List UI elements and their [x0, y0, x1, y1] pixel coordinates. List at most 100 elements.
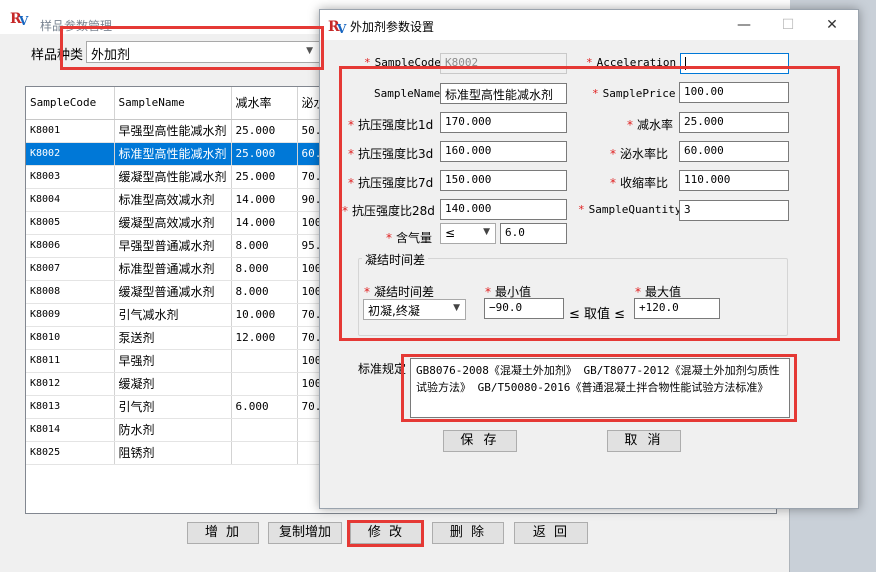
- strength-28d-label: * 抗压强度比28d: [342, 204, 435, 218]
- water-reduction-label: * 减水率: [627, 118, 674, 132]
- chevron-down-icon: ▼: [483, 227, 490, 237]
- save-button[interactable]: 保 存: [443, 430, 517, 452]
- cell-samplecode: K8010: [26, 326, 115, 350]
- air-content-input[interactable]: 6.0: [500, 223, 567, 244]
- column-header-samplename[interactable]: SampleName: [114, 87, 232, 120]
- table-row[interactable]: K8010 泵送剂 12.000 70.0: [26, 326, 338, 350]
- maximize-icon[interactable]: ☐: [768, 14, 808, 36]
- setting-time-type-select[interactable]: 初凝,终凝 ▼: [363, 299, 466, 320]
- sampleprice-label: * SamplePrice: [592, 87, 676, 100]
- cell-samplecode: K8007: [26, 257, 115, 281]
- cell-samplename: 阻锈剂: [114, 441, 232, 465]
- cell-samplename: 标准型普通减水剂: [114, 257, 232, 281]
- samplename-input[interactable]: 标准型高性能减水剂: [440, 83, 567, 104]
- table-row[interactable]: K8001 早强型高性能减水剂 25.000 50.0: [26, 119, 338, 143]
- table-row[interactable]: K8008 缓凝型普通减水剂 8.000 100.: [26, 280, 338, 304]
- table-row[interactable]: K8004 标准型高效减水剂 14.000 90.0: [26, 188, 338, 212]
- delete-button[interactable]: 删 除: [432, 522, 504, 544]
- standard-textarea[interactable]: GB8076-2008《混凝土外加剂》 GB/T8077-2012《混凝土外加剂…: [410, 358, 790, 418]
- strength-28d-input[interactable]: 140.000: [440, 199, 567, 220]
- cell-samplecode: K8009: [26, 303, 115, 327]
- air-content-operator-select[interactable]: ≤ ▼: [440, 223, 496, 244]
- samplecode-label: * SampleCode: [364, 56, 441, 69]
- cell-samplecode: K8002: [26, 142, 115, 166]
- app-logo-icon: R V: [328, 19, 347, 35]
- cell-samplename: 缓凝型普通减水剂: [114, 280, 232, 304]
- app-logo-icon: R V: [10, 11, 29, 27]
- cell-samplename: 引气减水剂: [114, 303, 232, 327]
- edit-button[interactable]: 修 改: [350, 522, 422, 544]
- shrinkage-ratio-label: * 收缩率比: [610, 176, 669, 190]
- setting-time-type-value: 初凝,终凝: [368, 304, 420, 318]
- cell-samplename: 早强剂: [114, 349, 232, 373]
- column-header-water-reduction[interactable]: 减水率: [231, 87, 298, 120]
- table-row[interactable]: K8002 标准型高性能减水剂 25.000 60.0: [26, 142, 338, 166]
- strength-7d-label: * 抗压强度比7d: [348, 176, 434, 190]
- cell-samplename: 泵送剂: [114, 326, 232, 350]
- cell-water-reduction: 25.000: [231, 142, 298, 166]
- cell-water-reduction: [231, 349, 298, 373]
- samplequantity-input[interactable]: 3: [679, 200, 789, 221]
- table-row[interactable]: K8025 阻锈剂: [26, 441, 338, 465]
- cell-water-reduction: [231, 441, 298, 465]
- cell-water-reduction: 8.000: [231, 280, 298, 304]
- acceleration-input[interactable]: [680, 53, 789, 74]
- back-button[interactable]: 返 回: [514, 522, 588, 544]
- category-select[interactable]: 外加剂 ▼: [86, 41, 320, 63]
- close-icon[interactable]: ✕: [812, 14, 852, 36]
- category-label: 样品种类: [31, 48, 84, 63]
- strength-3d-input[interactable]: 160.000: [440, 141, 567, 162]
- cell-samplename: 标准型高性能减水剂: [114, 142, 232, 166]
- strength-7d-input[interactable]: 150.000: [440, 170, 567, 191]
- water-reduction-input[interactable]: 25.000: [679, 112, 789, 133]
- table-row[interactable]: K8011 早强剂 100.: [26, 349, 338, 373]
- cell-samplename: 缓凝剂: [114, 372, 232, 396]
- table-row[interactable]: K8003 缓凝型高性能减水剂 25.000 70.0: [26, 165, 338, 189]
- cell-samplecode: K8011: [26, 349, 115, 373]
- cell-samplecode: K8005: [26, 211, 115, 235]
- cell-samplecode: K8004: [26, 188, 115, 212]
- cell-water-reduction: 25.000: [231, 165, 298, 189]
- cell-samplecode: K8012: [26, 372, 115, 396]
- sampleprice-input[interactable]: 100.00: [679, 82, 789, 103]
- cell-samplename: 标准型高效减水剂: [114, 188, 232, 212]
- table-row[interactable]: K8006 早强型普通减水剂 8.000 95.0: [26, 234, 338, 258]
- table-row[interactable]: K8007 标准型普通减水剂 8.000 100.: [26, 257, 338, 281]
- cell-samplename: 防水剂: [114, 418, 232, 442]
- shrinkage-ratio-input[interactable]: 110.000: [679, 170, 789, 191]
- copy-add-button[interactable]: 复制增加: [268, 522, 342, 544]
- cell-samplecode: K8025: [26, 441, 115, 465]
- table-row[interactable]: K8005 缓凝型高效减水剂 14.000 100.: [26, 211, 338, 235]
- strength-1d-input[interactable]: 170.000: [440, 112, 567, 133]
- samplecode-input[interactable]: K8002: [440, 53, 567, 74]
- cell-samplename: 早强型普通减水剂: [114, 234, 232, 258]
- cell-water-reduction: 14.000: [231, 211, 298, 235]
- cell-samplecode: K8013: [26, 395, 115, 419]
- column-header-samplecode[interactable]: SampleCode: [26, 87, 115, 120]
- max-value-input[interactable]: +120.0: [634, 298, 720, 319]
- cell-water-reduction: [231, 372, 298, 396]
- add-button[interactable]: 增 加: [187, 522, 259, 544]
- minimize-icon[interactable]: —: [724, 14, 764, 36]
- svg-text:V: V: [336, 22, 347, 35]
- table-row[interactable]: K8014 防水剂: [26, 418, 338, 442]
- table-row[interactable]: K8009 引气减水剂 10.000 70.0: [26, 303, 338, 327]
- strength-1d-label: * 抗压强度比1d: [348, 118, 434, 132]
- bleeding-ratio-input[interactable]: 60.000: [679, 141, 789, 162]
- min-value-input[interactable]: −90.0: [484, 298, 564, 319]
- cell-water-reduction: 14.000: [231, 188, 298, 212]
- cell-water-reduction: 6.000: [231, 395, 298, 419]
- table-row[interactable]: K8013 引气剂 6.000 70.0: [26, 395, 338, 419]
- samplequantity-label: * SampleQuantity: [578, 203, 682, 216]
- category-value: 外加剂: [91, 48, 131, 63]
- admixture-settings-dialog: R V 外加剂参数设置 — ☐ ✕ * SampleCode K8002 * Acc…: [319, 9, 859, 509]
- cell-water-reduction: 12.000: [231, 326, 298, 350]
- dialog-titlebar[interactable]: R V 外加剂参数设置 — ☐ ✕: [320, 10, 858, 40]
- table-row[interactable]: K8012 缓凝剂 100.: [26, 372, 338, 396]
- main-window-title: 样品参数管理: [40, 19, 113, 33]
- cell-samplecode: K8006: [26, 234, 115, 258]
- cell-water-reduction: 10.000: [231, 303, 298, 327]
- samplename-label: SampleName: [374, 87, 441, 100]
- dialog-title: 外加剂参数设置: [350, 20, 435, 34]
- cancel-button[interactable]: 取 消: [607, 430, 681, 452]
